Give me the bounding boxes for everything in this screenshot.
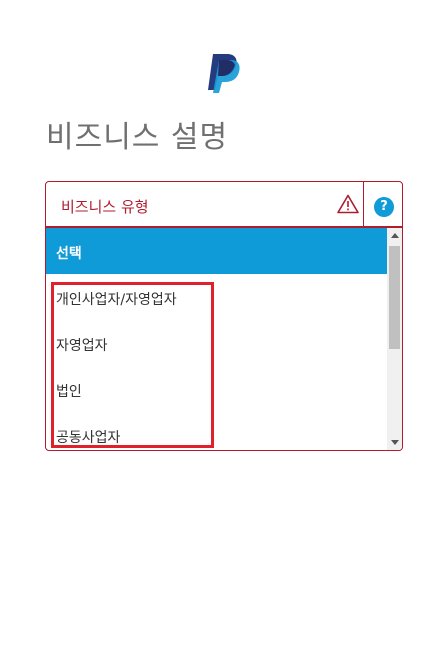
options-list[interactable]: 선택 개인사업자/자영업자 자영업자 법인 공동사업자: [46, 228, 387, 450]
scroll-up-icon[interactable]: [391, 233, 399, 238]
page-title: 비즈니스 설명: [46, 120, 229, 155]
scroll-down-icon[interactable]: [391, 440, 399, 445]
option-partnership[interactable]: 공동사업자: [46, 412, 387, 450]
option-label: 선택: [56, 246, 82, 262]
option-corporation[interactable]: 법인: [46, 366, 387, 412]
select-label: 비즈니스 유형: [61, 198, 149, 216]
paypal-logo: [207, 52, 243, 94]
option-select[interactable]: 선택: [46, 228, 387, 274]
header-divider: [363, 182, 364, 226]
select-header[interactable]: 비즈니스 유형 ?: [46, 182, 402, 228]
option-sole-proprietor[interactable]: 개인사업자/자영업자: [46, 274, 387, 320]
option-label: 개인사업자/자영업자: [56, 292, 177, 308]
warning-icon: [337, 194, 359, 214]
help-icon[interactable]: ?: [374, 197, 394, 217]
option-label: 자영업자: [56, 338, 108, 354]
option-label: 공동사업자: [56, 430, 121, 446]
scroll-thumb[interactable]: [389, 246, 400, 349]
business-type-select[interactable]: 비즈니스 유형 ? 선택 개인사업자/자영업자 자영업자 법인 공동사업자: [45, 181, 403, 451]
option-self-employed[interactable]: 자영업자: [46, 320, 387, 366]
option-label: 법인: [56, 384, 82, 400]
scrollbar[interactable]: [387, 228, 402, 450]
